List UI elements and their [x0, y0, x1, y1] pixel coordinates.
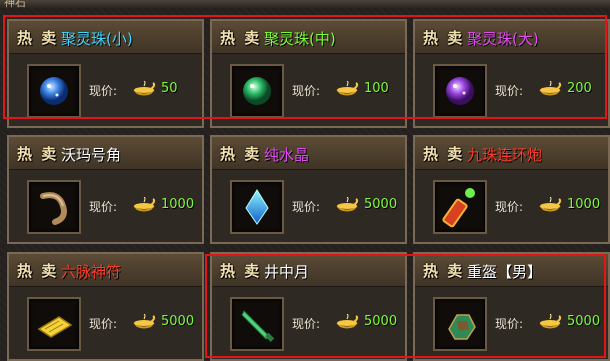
- item-icon-slot[interactable]: [230, 297, 284, 351]
- item-icon-slot[interactable]: [27, 297, 81, 351]
- purple-orb-icon: [446, 77, 474, 105]
- shop-item-card[interactable]: 热 卖井中月现价: 5000: [210, 252, 407, 361]
- hot-sale-label: 热 卖: [423, 29, 465, 47]
- item-body: 现价: 100: [212, 54, 405, 126]
- hot-sale-label: 热 卖: [220, 262, 262, 280]
- item-name: 纯水晶: [264, 146, 310, 164]
- shop-item-card[interactable]: 热 卖纯水晶现价: 5000: [210, 135, 407, 244]
- price-label: 现价:: [292, 317, 321, 331]
- item-body: 现价: 5000: [415, 287, 608, 359]
- item-header: 热 卖六脉神符: [9, 254, 202, 287]
- gold-ingot-icon: [131, 80, 157, 97]
- price-label: 现价:: [495, 317, 524, 331]
- price-label: 现价:: [89, 317, 118, 331]
- item-header: 热 卖九珠连环炮: [415, 137, 608, 170]
- item-name: 井中月: [264, 263, 310, 281]
- item-name: 聚灵珠(中): [264, 30, 336, 48]
- shop-item-card[interactable]: 热 卖六脉神符现价: 5000: [7, 252, 204, 361]
- gold-ingot-icon: [131, 196, 157, 213]
- price-value: 1000: [567, 197, 601, 212]
- item-icon-slot[interactable]: [433, 297, 487, 351]
- price-label: 现价:: [495, 84, 524, 98]
- price-label: 现价:: [292, 84, 321, 98]
- item-body: 现价: 200: [415, 54, 608, 126]
- gold-ingot-icon: [334, 313, 360, 330]
- price-label: 现价:: [89, 84, 118, 98]
- item-header: 热 卖重盔【男】: [415, 254, 608, 287]
- crystal-icon: [245, 189, 269, 225]
- hot-sale-label: 热 卖: [17, 29, 59, 47]
- armor-icon: [448, 314, 476, 340]
- item-name: 聚灵珠(大): [467, 30, 539, 48]
- item-icon-slot[interactable]: [230, 180, 284, 234]
- price-label: 现价:: [292, 200, 321, 214]
- item-name: 重盔【男】: [467, 263, 543, 281]
- item-name: 六脉神符: [61, 263, 122, 281]
- window-title-bar: 神石: [0, 0, 610, 9]
- item-icon-slot[interactable]: [230, 64, 284, 118]
- shop-item-card[interactable]: 热 卖聚灵珠(大) 现价: 200: [413, 19, 610, 128]
- item-body: 现价: 5000: [9, 287, 202, 359]
- item-name: 九珠连环炮: [467, 146, 543, 164]
- item-body: 现价: 50: [9, 54, 202, 126]
- price-value: 5000: [364, 197, 398, 212]
- blade-icon: [241, 310, 275, 342]
- item-name: 聚灵珠(小): [61, 30, 133, 48]
- price-label: 现价:: [89, 200, 118, 214]
- item-icon-slot[interactable]: [433, 180, 487, 234]
- item-header: 热 卖纯水晶: [212, 137, 405, 170]
- hot-sale-label: 热 卖: [423, 262, 465, 280]
- item-body: 现价: 1000: [9, 170, 202, 242]
- item-header: 热 卖井中月: [212, 254, 405, 287]
- gold-ingot-icon: [537, 196, 563, 213]
- hot-sale-label: 热 卖: [17, 145, 59, 163]
- blue-orb-icon: [40, 77, 68, 105]
- price-value: 100: [364, 81, 389, 96]
- item-icon-slot[interactable]: [27, 64, 81, 118]
- horn-icon: [40, 192, 67, 225]
- price-value: 50: [161, 81, 178, 96]
- price-value: 5000: [364, 314, 398, 329]
- gold-ingot-icon: [537, 80, 563, 97]
- shop-item-card[interactable]: 热 卖聚灵珠(小) 现价: 50: [7, 19, 204, 128]
- shop-item-card[interactable]: 热 卖重盔【男】现价: 5000: [413, 252, 610, 361]
- hot-sale-label: 热 卖: [17, 262, 59, 280]
- price-value: 200: [567, 81, 592, 96]
- hot-sale-label: 热 卖: [423, 145, 465, 163]
- shop-item-card[interactable]: 热 卖九珠连环炮现价: 1000: [413, 135, 610, 244]
- item-header: 热 卖聚灵珠(小): [9, 21, 202, 54]
- gold-ingot-icon: [334, 196, 360, 213]
- item-icon-slot[interactable]: [27, 180, 81, 234]
- gold-ingot-icon: [537, 313, 563, 330]
- price-value: 5000: [161, 314, 195, 329]
- gold-ingot-icon: [334, 80, 360, 97]
- gold-ingot-icon: [131, 313, 157, 330]
- hot-sale-label: 热 卖: [220, 145, 262, 163]
- price-label: 现价:: [495, 200, 524, 214]
- item-body: 现价: 5000: [212, 170, 405, 242]
- item-name: 沃玛号角: [61, 146, 122, 164]
- item-icon-slot[interactable]: [433, 64, 487, 118]
- item-header: 热 卖沃玛号角: [9, 137, 202, 170]
- price-value: 1000: [161, 197, 195, 212]
- shop-item-card[interactable]: 热 卖沃玛号角现价: 1000: [7, 135, 204, 244]
- item-header: 热 卖聚灵珠(大): [415, 21, 608, 54]
- scroll-icon: [37, 316, 73, 338]
- hot-sale-label: 热 卖: [220, 29, 262, 47]
- item-header: 热 卖聚灵珠(中): [212, 21, 405, 54]
- item-body: 现价: 5000: [212, 287, 405, 359]
- shop-item-card[interactable]: 热 卖聚灵珠(中) 现价: 100: [210, 19, 407, 128]
- green-orb-icon: [243, 77, 271, 105]
- price-value: 5000: [567, 314, 601, 329]
- item-body: 现价: 1000: [415, 170, 608, 242]
- cannon-icon: [442, 188, 475, 228]
